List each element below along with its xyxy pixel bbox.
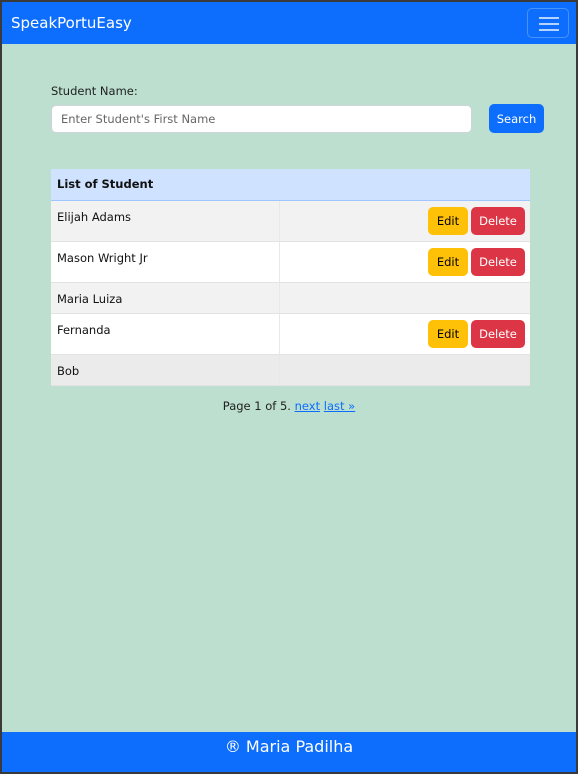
pagination: Page 1 of 5. next last » [2, 399, 576, 413]
actions-cell: Edit Delete [279, 241, 530, 283]
table-header: List of Student [51, 169, 530, 201]
student-name-cell: Maria Luiza [51, 282, 280, 314]
actions-cell [279, 282, 530, 314]
actions-cell: Edit Delete [279, 200, 530, 242]
top-navbar: SpeakPortuEasy [2, 2, 576, 44]
table-row: Bob [51, 354, 530, 386]
delete-button[interactable]: Delete [471, 206, 525, 235]
actions-cell: Edit Delete [279, 313, 530, 355]
search-button[interactable]: Search [489, 104, 544, 133]
student-name-cell: Bob [51, 354, 280, 386]
brand-link[interactable]: SpeakPortuEasy [11, 14, 132, 32]
student-name-label: Student Name: [51, 84, 138, 98]
student-name-input[interactable] [51, 105, 472, 133]
page-status: Page 1 of 5. [222, 399, 291, 413]
table-row: Fernanda Edit Delete [51, 313, 530, 355]
edit-button[interactable]: Edit [428, 247, 468, 276]
student-name-cell: Elijah Adams [51, 200, 280, 242]
delete-button[interactable]: Delete [471, 319, 525, 348]
footer: ® Maria Padilha [2, 732, 576, 772]
student-name-cell: Mason Wright Jr [51, 241, 280, 283]
hamburger-menu-icon[interactable] [527, 8, 569, 38]
edit-button[interactable]: Edit [428, 206, 468, 235]
student-name-cell: Fernanda [51, 313, 280, 355]
app-window: SpeakPortuEasy Student Name: Search List… [2, 2, 576, 772]
last-page-link[interactable]: last » [324, 399, 355, 413]
student-table: List of Student Elijah Adams Edit Delete … [51, 169, 530, 386]
actions-cell [279, 354, 530, 386]
table-row: Mason Wright Jr Edit Delete [51, 241, 530, 283]
next-page-link[interactable]: next [295, 399, 320, 413]
table-row: Elijah Adams Edit Delete [51, 200, 530, 242]
footer-copyright: ® Maria Padilha [224, 737, 354, 756]
table-row: Maria Luiza [51, 282, 530, 314]
delete-button[interactable]: Delete [471, 247, 525, 276]
edit-button[interactable]: Edit [428, 319, 468, 348]
